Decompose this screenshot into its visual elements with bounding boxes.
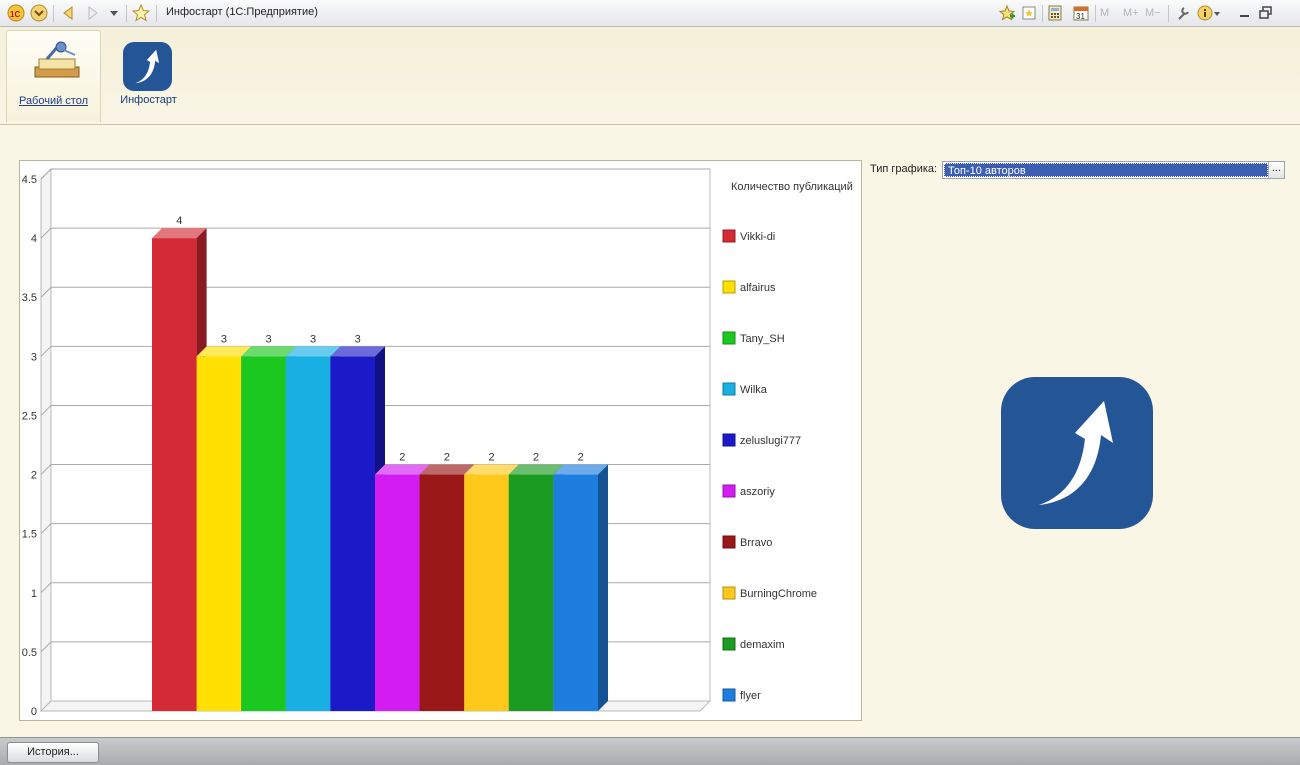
1c-logo-icon[interactable]: 1С [7,4,25,22]
bar-chart: 0 0.5 1 1.5 2 2.5 3 3.5 4 4.5 4 3 3 3 3 2 2 2 2 2 Количество… [22,167,853,718]
chart-area: 0 0.5 1 1.5 2 2.5 3 3.5 4 4.5 4 3 3 3 3 2 2 2 2 2 Количество… [19,160,862,721]
y-tick-label: 1 [31,588,37,600]
y-tick-label: 0.5 [22,647,37,659]
section-desktop[interactable]: Рабочий стол [6,30,101,122]
favorites-star-icon[interactable] [132,4,150,22]
legend-swatch [722,382,736,396]
bar-value-label: 2 [444,452,450,464]
bar-demaxim[interactable] [508,474,554,711]
section-desktop-label: Рабочий стол [18,95,89,107]
y-tick-label: 0 [31,706,37,718]
legend-item: Tany_SH [740,333,785,345]
legend-swatch [722,688,736,702]
history-dropdown-icon[interactable] [108,4,120,22]
bar-value-label: 2 [399,452,405,464]
bar-BurningChrome[interactable] [464,474,509,711]
bar-Tany_SH[interactable] [241,356,286,711]
legend-swatch [722,433,736,447]
y-tick-label: 4 [31,233,37,245]
legend-item: aszoriy [740,486,775,498]
section-infostart-label: Инфостарт [120,94,177,106]
legend-item: zeluslugi777 [740,435,801,447]
legend-swatch [722,586,736,600]
chart-type-select-button[interactable]: ... [1268,162,1284,178]
y-tick-label: 3 [31,351,37,363]
calculator-icon[interactable] [1048,4,1062,22]
chart-type-label: Тип графика: [870,163,938,175]
legend-swatch [722,280,736,294]
bar-value-label: 3 [221,333,227,345]
memory-minus-icon[interactable]: M− [1145,4,1161,22]
menu-icon[interactable] [30,4,48,22]
y-tick-label: 3.5 [22,292,37,304]
legend-swatch [722,331,736,345]
back-icon[interactable] [60,4,76,22]
legend-item: demaxim [740,639,785,651]
bar-value-label: 2 [533,452,539,464]
chart-type-value[interactable]: Топ-10 авторов [944,163,1268,177]
memory-plus-icon[interactable]: M+ [1123,4,1139,22]
y-tick-label: 2.5 [22,410,37,422]
y-tick-label: 2 [31,470,37,482]
history-button[interactable]: История... [7,742,99,763]
legend-swatch [722,535,736,549]
calendar-icon[interactable]: 31 [1073,4,1089,22]
legend-item: Brravo [740,537,772,549]
favorites-list-icon[interactable] [1021,4,1037,22]
bar-side [598,464,608,711]
bar-Wilka[interactable] [285,356,331,711]
info-icon[interactable] [1197,4,1221,22]
legend-swatch [722,229,736,243]
legend-swatch [722,484,736,498]
bottom-bar: История... [0,737,1300,765]
bar-value-label: 4 [176,215,182,227]
title-bar: 1С Инфостарт (1С:Предприятие) 31 M M+ M− [0,0,1300,27]
forward-icon[interactable] [85,4,101,22]
memory-m-icon[interactable]: M [1100,4,1109,22]
legend-item: alfairus [740,282,776,294]
window-title: Инфостарт (1С:Предприятие) [166,6,318,18]
legend-item: flyer [740,690,761,702]
legend-item: Wilka [740,384,768,396]
svg-text:1С: 1С [10,10,20,19]
legend-title: Количество публикаций [731,181,853,193]
main-content: 0 0.5 1 1.5 2 2.5 3 3.5 4 4.5 4 3 3 3 3 2 2 2 2 2 Количество… [0,125,1300,737]
svg-text:31: 31 [1076,12,1085,21]
bar-Vikki-di[interactable] [152,238,197,711]
bar-value-label: 3 [265,333,271,345]
bar-value-label: 2 [578,452,584,464]
bar-flyer[interactable] [553,474,598,711]
sections-panel: Рабочий стол Инфостарт [0,27,1300,125]
restore-icon[interactable] [1259,4,1273,22]
settings-icon[interactable] [1175,4,1191,22]
chart-type-field[interactable]: Топ-10 авторов ... [942,161,1285,179]
add-favorite-icon[interactable] [998,4,1016,22]
desktop-icon [31,41,81,90]
bar-alfairus[interactable] [196,356,242,711]
bar-zeluslugi777[interactable] [330,356,375,711]
y-tick-label: 4.5 [22,174,37,186]
bar-value-label: 3 [355,333,361,345]
infostart-logo-icon [1001,377,1153,529]
minimize-icon[interactable] [1238,4,1252,22]
legend-item: BurningChrome [740,588,817,600]
bar-Brravo[interactable] [419,474,465,711]
y-tick-label: 1.5 [22,529,37,541]
legend-swatch [722,637,736,651]
bar-aszoriy[interactable] [375,474,420,711]
section-infostart[interactable]: Инфостарт [101,30,196,122]
chart-side-wall [40,167,52,713]
legend-item: Vikki-di [740,231,775,243]
bar-value-label: 2 [488,452,494,464]
bar-value-label: 3 [310,333,316,345]
infostart-icon [123,42,172,94]
